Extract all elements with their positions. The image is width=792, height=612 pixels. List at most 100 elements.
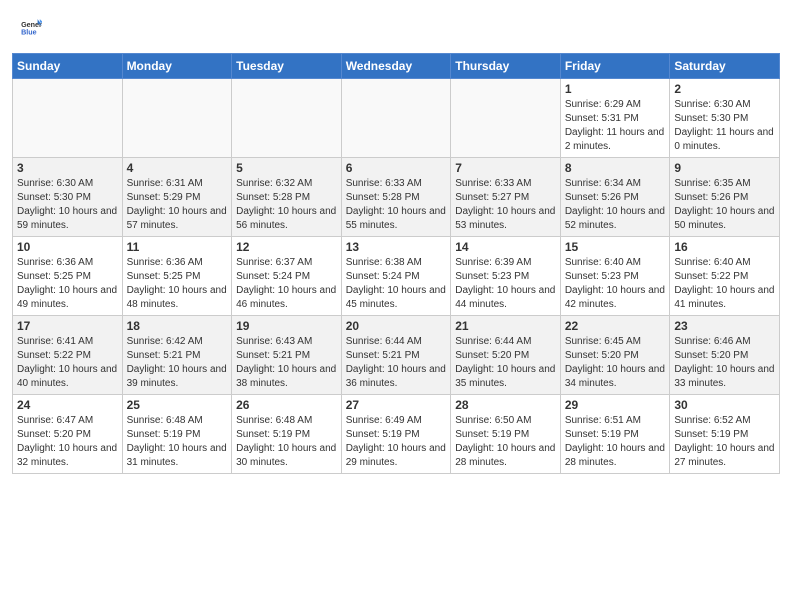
calendar-cell: 27 Sunrise: 6:49 AMSunset: 5:19 PMDayligh…	[341, 395, 451, 474]
calendar-cell: 24 Sunrise: 6:47 AMSunset: 5:20 PMDayligh…	[13, 395, 123, 474]
week-row-1: 1 Sunrise: 6:29 AMSunset: 5:31 PMDaylight…	[13, 79, 780, 158]
day-header-tuesday: Tuesday	[232, 54, 342, 79]
day-info: Sunrise: 6:29 AMSunset: 5:31 PMDaylight:…	[565, 98, 666, 154]
week-row-2: 3Sunrise: 6:30 AMSunset: 5:30 PMDaylight…	[13, 158, 780, 237]
calendar-cell: 11 Sunrise: 6:36 AMSunset: 5:25 PMDayligh…	[122, 237, 232, 316]
calendar-cell: 23 Sunrise: 6:46 AMSunset: 5:20 PMDayligh…	[670, 316, 780, 395]
week-row-5: 24 Sunrise: 6:47 AMSunset: 5:20 PMDayligh…	[13, 395, 780, 474]
day-info: Sunrise: 6:40 AMSunset: 5:23 PMDaylight:…	[565, 256, 666, 312]
calendar-cell	[13, 79, 123, 158]
logo: General Blue	[20, 18, 46, 45]
day-info: Sunrise: 6:38 AMSunset: 5:24 PMDaylight:…	[346, 256, 447, 312]
calendar-cell: 3Sunrise: 6:30 AMSunset: 5:30 PMDaylight…	[13, 158, 123, 237]
day-number: 11	[127, 240, 228, 254]
calendar-cell: 19 Sunrise: 6:43 AMSunset: 5:21 PMDayligh…	[232, 316, 342, 395]
calendar-cell: 18 Sunrise: 6:42 AMSunset: 5:21 PMDayligh…	[122, 316, 232, 395]
calendar-cell: 2 Sunrise: 6:30 AMSunset: 5:30 PMDaylight…	[670, 79, 780, 158]
calendar-cell	[122, 79, 232, 158]
day-number: 6	[346, 161, 447, 175]
day-info: Sunrise: 6:34 AMSunset: 5:26 PMDaylight:…	[565, 177, 666, 233]
calendar-table: SundayMondayTuesdayWednesdayThursdayFrid…	[12, 53, 780, 474]
day-info: Sunrise: 6:46 AMSunset: 5:20 PMDaylight:…	[674, 335, 775, 391]
day-info: Sunrise: 6:41 AMSunset: 5:22 PMDaylight:…	[17, 335, 118, 391]
day-header-monday: Monday	[122, 54, 232, 79]
day-info: Sunrise: 6:36 AMSunset: 5:25 PMDaylight:…	[127, 256, 228, 312]
day-info: Sunrise: 6:48 AMSunset: 5:19 PMDaylight:…	[127, 414, 228, 470]
day-info: Sunrise: 6:36 AMSunset: 5:25 PMDaylight:…	[17, 256, 118, 312]
day-number: 28	[455, 398, 556, 412]
day-number: 14	[455, 240, 556, 254]
calendar-cell: 8 Sunrise: 6:34 AMSunset: 5:26 PMDaylight…	[560, 158, 670, 237]
calendar-cell: 13 Sunrise: 6:38 AMSunset: 5:24 PMDayligh…	[341, 237, 451, 316]
day-number: 1	[565, 82, 666, 96]
calendar-cell: 29 Sunrise: 6:51 AMSunset: 5:19 PMDayligh…	[560, 395, 670, 474]
day-number: 13	[346, 240, 447, 254]
calendar-cell: 10 Sunrise: 6:36 AMSunset: 5:25 PMDayligh…	[13, 237, 123, 316]
day-number: 25	[127, 398, 228, 412]
day-info: Sunrise: 6:52 AMSunset: 5:19 PMDaylight:…	[674, 414, 775, 470]
calendar-cell: 12 Sunrise: 6:37 AMSunset: 5:24 PMDayligh…	[232, 237, 342, 316]
calendar-cell: 15Sunrise: 6:40 AMSunset: 5:23 PMDayligh…	[560, 237, 670, 316]
calendar-cell: 1 Sunrise: 6:29 AMSunset: 5:31 PMDaylight…	[560, 79, 670, 158]
day-info: Sunrise: 6:43 AMSunset: 5:21 PMDaylight:…	[236, 335, 337, 391]
day-header-friday: Friday	[560, 54, 670, 79]
day-number: 27	[346, 398, 447, 412]
calendar-header: SundayMondayTuesdayWednesdayThursdayFrid…	[13, 54, 780, 79]
day-number: 22	[565, 319, 666, 333]
day-info: Sunrise: 6:44 AMSunset: 5:20 PMDaylight:…	[455, 335, 556, 391]
day-info: Sunrise: 6:32 AMSunset: 5:28 PMDaylight:…	[236, 177, 337, 233]
day-info: Sunrise: 6:40 AMSunset: 5:22 PMDaylight:…	[674, 256, 775, 312]
day-info: Sunrise: 6:49 AMSunset: 5:19 PMDaylight:…	[346, 414, 447, 470]
day-number: 18	[127, 319, 228, 333]
day-number: 5	[236, 161, 337, 175]
calendar-cell: 4 Sunrise: 6:31 AMSunset: 5:29 PMDaylight…	[122, 158, 232, 237]
day-info: Sunrise: 6:51 AMSunset: 5:19 PMDaylight:…	[565, 414, 666, 470]
calendar-cell	[341, 79, 451, 158]
day-info: Sunrise: 6:33 AMSunset: 5:28 PMDaylight:…	[346, 177, 447, 233]
calendar-cell	[451, 79, 561, 158]
day-number: 9	[674, 161, 775, 175]
calendar-cell: 14Sunrise: 6:39 AMSunset: 5:23 PMDayligh…	[451, 237, 561, 316]
day-number: 4	[127, 161, 228, 175]
day-number: 16	[674, 240, 775, 254]
day-header-thursday: Thursday	[451, 54, 561, 79]
day-header-wednesday: Wednesday	[341, 54, 451, 79]
day-info: Sunrise: 6:35 AMSunset: 5:26 PMDaylight:…	[674, 177, 775, 233]
calendar-cell: 22Sunrise: 6:45 AMSunset: 5:20 PMDayligh…	[560, 316, 670, 395]
day-info: Sunrise: 6:31 AMSunset: 5:29 PMDaylight:…	[127, 177, 228, 233]
day-number: 30	[674, 398, 775, 412]
day-info: Sunrise: 6:48 AMSunset: 5:19 PMDaylight:…	[236, 414, 337, 470]
day-number: 20	[346, 319, 447, 333]
day-number: 10	[17, 240, 118, 254]
day-number: 3	[17, 161, 118, 175]
calendar-cell: 21 Sunrise: 6:44 AMSunset: 5:20 PMDayligh…	[451, 316, 561, 395]
calendar-cell: 26 Sunrise: 6:48 AMSunset: 5:19 PMDayligh…	[232, 395, 342, 474]
day-number: 2	[674, 82, 775, 96]
calendar-cell: 9 Sunrise: 6:35 AMSunset: 5:26 PMDaylight…	[670, 158, 780, 237]
day-info: Sunrise: 6:44 AMSunset: 5:21 PMDaylight:…	[346, 335, 447, 391]
calendar-cell: 7 Sunrise: 6:33 AMSunset: 5:27 PMDaylight…	[451, 158, 561, 237]
day-number: 26	[236, 398, 337, 412]
day-header-sunday: Sunday	[13, 54, 123, 79]
day-number: 7	[455, 161, 556, 175]
calendar-cell	[232, 79, 342, 158]
calendar-cell: 28Sunrise: 6:50 AMSunset: 5:19 PMDayligh…	[451, 395, 561, 474]
day-info: Sunrise: 6:47 AMSunset: 5:20 PMDaylight:…	[17, 414, 118, 470]
day-number: 12	[236, 240, 337, 254]
day-info: Sunrise: 6:30 AMSunset: 5:30 PMDaylight:…	[674, 98, 775, 154]
day-info: Sunrise: 6:33 AMSunset: 5:27 PMDaylight:…	[455, 177, 556, 233]
week-row-4: 17Sunrise: 6:41 AMSunset: 5:22 PMDayligh…	[13, 316, 780, 395]
calendar-cell: 16 Sunrise: 6:40 AMSunset: 5:22 PMDayligh…	[670, 237, 780, 316]
calendar: SundayMondayTuesdayWednesdayThursdayFrid…	[12, 53, 780, 474]
day-info: Sunrise: 6:37 AMSunset: 5:24 PMDaylight:…	[236, 256, 337, 312]
calendar-cell: 17Sunrise: 6:41 AMSunset: 5:22 PMDayligh…	[13, 316, 123, 395]
day-number: 8	[565, 161, 666, 175]
day-number: 29	[565, 398, 666, 412]
week-row-3: 10 Sunrise: 6:36 AMSunset: 5:25 PMDayligh…	[13, 237, 780, 316]
day-number: 21	[455, 319, 556, 333]
day-number: 24	[17, 398, 118, 412]
day-number: 19	[236, 319, 337, 333]
calendar-cell: 30 Sunrise: 6:52 AMSunset: 5:19 PMDayligh…	[670, 395, 780, 474]
day-info: Sunrise: 6:42 AMSunset: 5:21 PMDaylight:…	[127, 335, 228, 391]
day-number: 23	[674, 319, 775, 333]
